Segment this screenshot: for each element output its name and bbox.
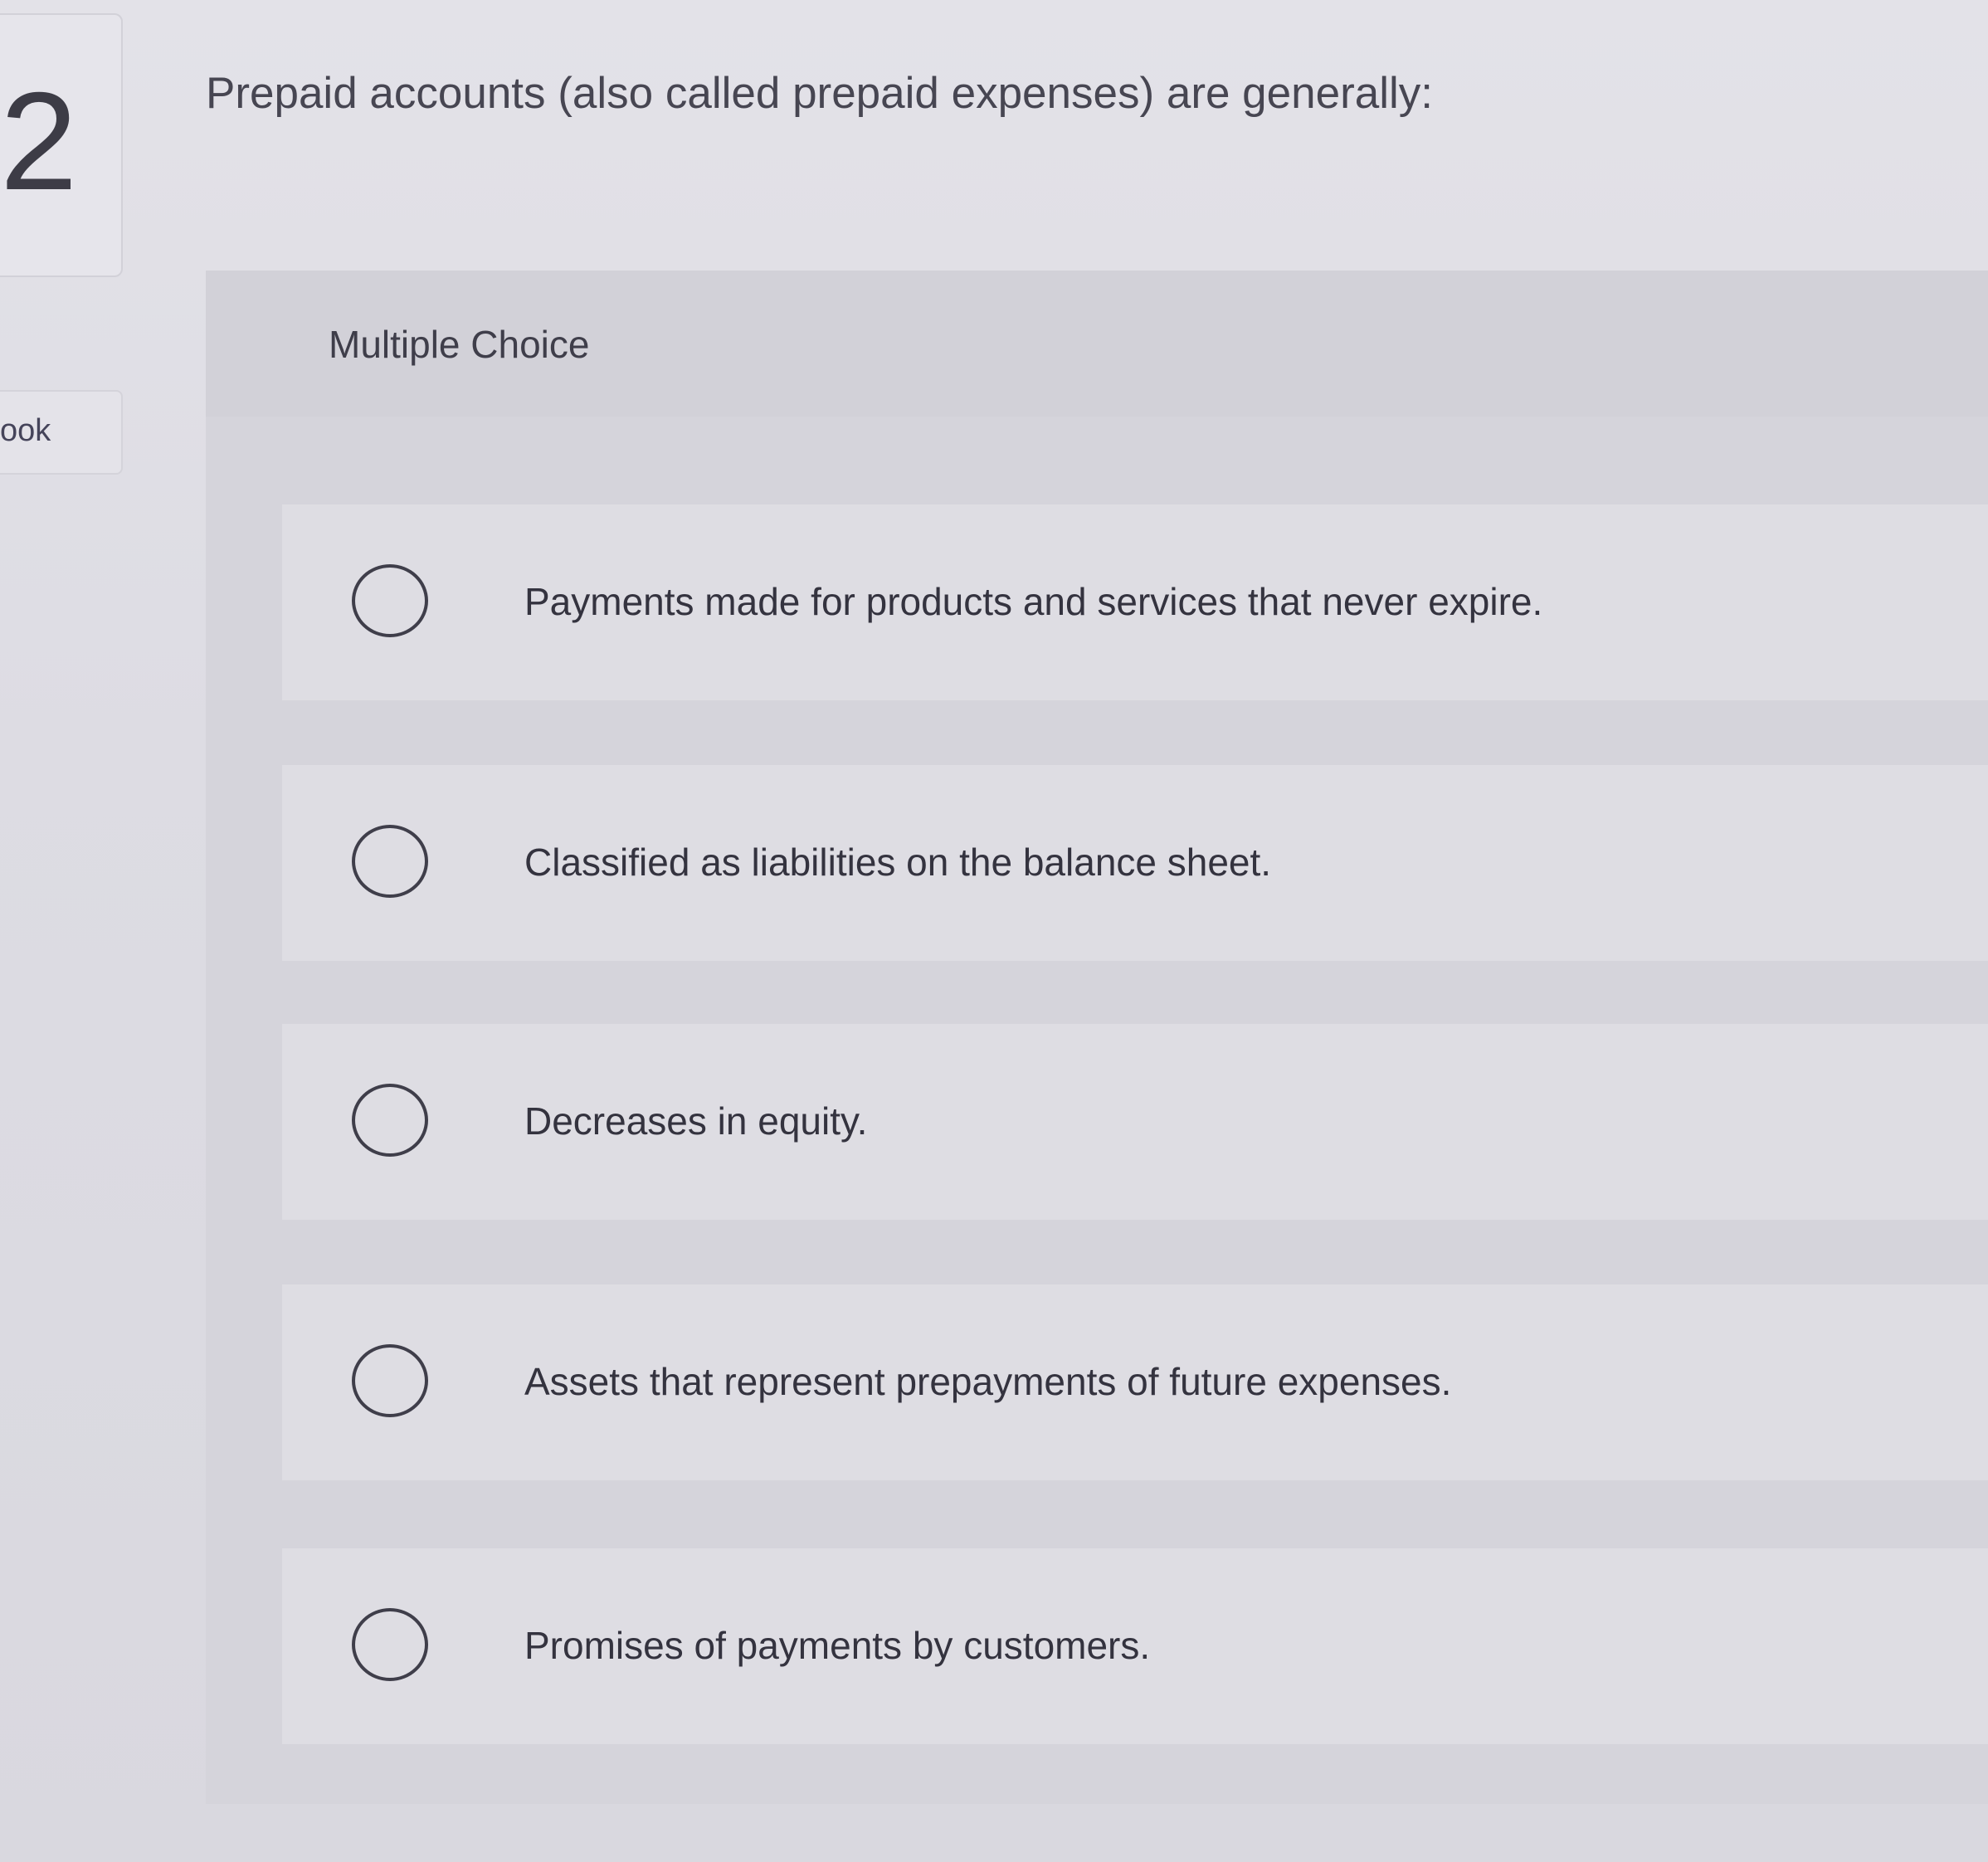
question-prompt: Prepaid accounts (also called prepaid ex…: [206, 69, 1433, 118]
answer-option-label[interactable]: Assets that represent prepayments of fut…: [524, 1359, 1451, 1404]
radio-button[interactable]: [352, 564, 428, 637]
answer-option[interactable]: Assets that represent prepayments of fut…: [282, 1284, 1988, 1480]
answer-option-label[interactable]: Payments made for products and services …: [524, 579, 1542, 624]
answer-option-label[interactable]: Decreases in equity.: [524, 1099, 867, 1143]
answer-option-label[interactable]: Classified as liabilities on the balance…: [524, 840, 1271, 885]
radio-button[interactable]: [352, 1084, 428, 1157]
answer-option[interactable]: Decreases in equity.: [282, 1024, 1988, 1220]
answer-panel: Multiple Choice Payments made for produc…: [206, 271, 1988, 1804]
question-type-label: Multiple Choice: [329, 323, 590, 366]
radio-button[interactable]: [352, 825, 428, 898]
sidebar-tab-label[interactable]: ook: [0, 413, 51, 449]
radio-button[interactable]: [352, 1608, 428, 1681]
radio-button[interactable]: [352, 1344, 428, 1417]
answer-option[interactable]: Promises of payments by customers.: [282, 1548, 1988, 1744]
answer-option-label[interactable]: Promises of payments by customers.: [524, 1623, 1150, 1668]
answer-option[interactable]: Payments made for products and services …: [282, 504, 1988, 700]
question-type-header: Multiple Choice: [206, 271, 1988, 417]
question-number: 2: [0, 63, 78, 219]
answer-option[interactable]: Classified as liabilities on the balance…: [282, 765, 1988, 961]
